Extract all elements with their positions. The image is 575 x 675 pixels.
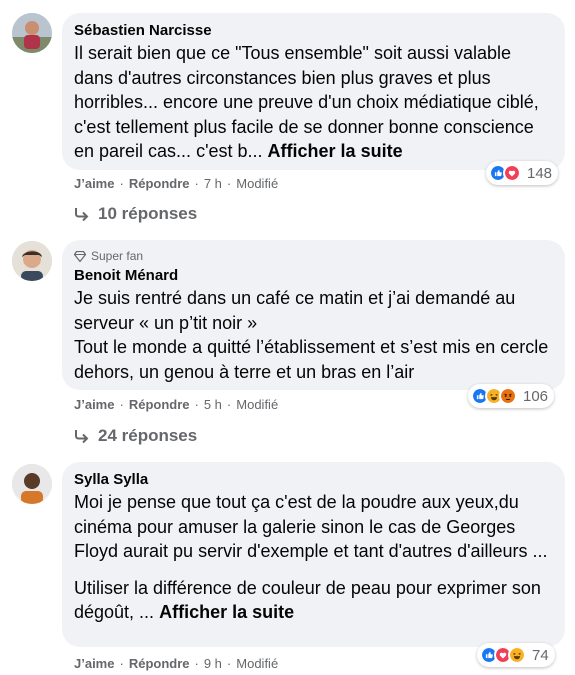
separator: · — [226, 656, 232, 671]
love-icon — [503, 164, 521, 182]
badge-label: Super fan — [91, 249, 144, 263]
comment-text: Utiliser la différence de couleur de pea… — [74, 577, 541, 623]
separator: · — [226, 176, 232, 191]
reaction-count: 74 — [532, 646, 549, 664]
separator: · — [194, 176, 199, 191]
comment-time[interactable]: 9 h — [204, 656, 222, 672]
like-button[interactable]: J’aime — [74, 397, 114, 413]
edited-label: Modifié — [236, 397, 279, 412]
comment-time[interactable]: 7 h — [204, 176, 222, 192]
reply-button[interactable]: Répondre — [129, 656, 190, 672]
separator: · — [119, 397, 124, 412]
avatar[interactable] — [12, 13, 52, 53]
comment-time[interactable]: 5 h — [204, 397, 222, 413]
haha-icon — [508, 646, 526, 664]
replies-label: 24 réponses — [98, 426, 198, 445]
reaction-summary[interactable]: 148 — [486, 161, 559, 185]
reaction-count: 148 — [527, 164, 553, 182]
comment-actions: J’aime · Répondre · 7 h · Modifié — [74, 176, 278, 192]
diamond-icon — [74, 250, 86, 262]
comment-author[interactable]: Sylla Sylla — [74, 470, 553, 490]
avatar[interactable] — [12, 241, 52, 281]
super-fan-badge[interactable]: Super fan — [74, 248, 553, 264]
view-replies-button[interactable]: 10 réponses — [74, 204, 197, 224]
separator: · — [226, 397, 232, 412]
reply-button[interactable]: Répondre — [129, 397, 190, 413]
separator: · — [119, 656, 124, 671]
avatar[interactable] — [12, 464, 52, 504]
separator: · — [194, 397, 199, 412]
replies-label: 10 réponses — [98, 204, 198, 223]
like-button[interactable]: J’aime — [74, 176, 114, 192]
edited-label: Modifié — [236, 176, 279, 191]
see-more-link[interactable]: Afficher la suite — [268, 141, 403, 161]
reply-arrow-icon — [75, 430, 89, 443]
comment-actions: J’aime · Répondre · 5 h · Modifié — [74, 397, 278, 413]
reaction-count: 106 — [523, 387, 549, 405]
separator: · — [194, 656, 199, 671]
see-more-link[interactable]: Afficher la suite — [159, 602, 294, 622]
comment-actions: J’aime · Répondre · 9 h · Modifié — [74, 656, 278, 672]
comment-author[interactable]: Sébastien Narcisse — [74, 21, 553, 41]
comment-text: Moi je pense que tout ça c'est de la pou… — [74, 492, 548, 561]
comment-text: Je suis rentré dans un café ce matin et … — [74, 288, 549, 382]
edited-label: Modifié — [236, 656, 279, 671]
comment-bubble: Sébastien Narcisse Il serait bien que ce… — [62, 13, 565, 170]
reaction-summary[interactable]: 74 — [477, 643, 555, 667]
comment-bubble: Super fan Benoit Ménard Je suis rentré d… — [62, 240, 565, 390]
view-replies-button[interactable]: 24 réponses — [74, 426, 197, 446]
reaction-summary[interactable]: 106 — [468, 384, 555, 408]
angry-icon — [499, 387, 517, 405]
separator: · — [119, 176, 124, 191]
like-button[interactable]: J’aime — [74, 656, 114, 672]
reply-button[interactable]: Répondre — [129, 176, 190, 192]
comment-author[interactable]: Benoit Ménard — [74, 266, 553, 286]
comment-text: Il serait bien que ce "Tous ensemble" so… — [74, 43, 539, 161]
comment-bubble: Sylla Sylla Moi je pense que tout ça c'e… — [62, 462, 565, 647]
reply-arrow-icon — [75, 208, 89, 221]
